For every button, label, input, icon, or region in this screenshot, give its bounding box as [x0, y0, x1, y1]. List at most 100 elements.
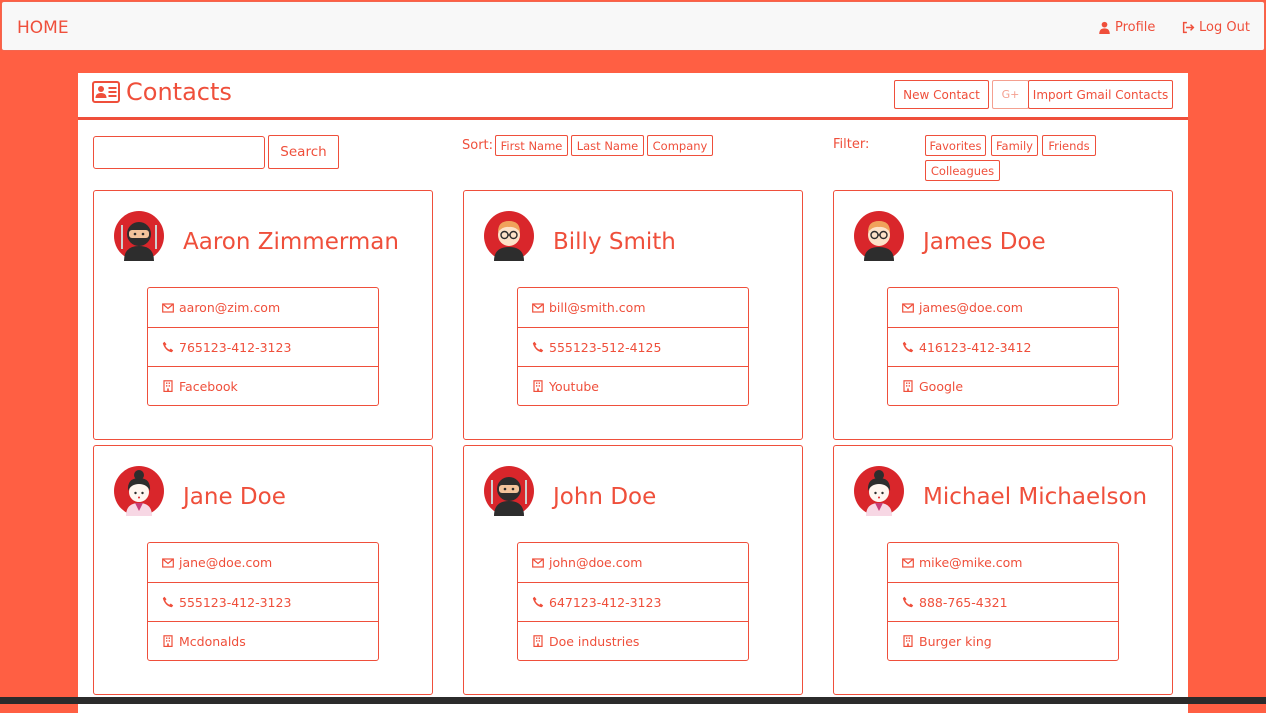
envelope-icon [532, 302, 544, 313]
contact-company: Burger king [919, 633, 992, 649]
building-icon [163, 635, 173, 647]
profile-link-label: Profile [1115, 20, 1156, 35]
sort-first-name-button[interactable]: First Name [495, 135, 568, 156]
contact-card[interactable]: Jane Doe jane@doe.com 555123-412-3123 Mc… [93, 445, 433, 695]
sort-company-button[interactable]: Company [647, 135, 713, 156]
filter-colleagues-button[interactable]: Colleagues [925, 160, 1000, 181]
contact-name: James Doe [923, 229, 1046, 255]
google-plus-icon[interactable]: G+ [992, 80, 1029, 109]
filter-family-button[interactable]: Family [991, 135, 1038, 156]
envelope-icon [902, 557, 914, 568]
envelope-icon [162, 302, 174, 313]
contact-company: Mcdonalds [179, 633, 246, 649]
phone-icon [162, 596, 174, 608]
contact-name: Billy Smith [553, 229, 676, 255]
page-title-text: Contacts [126, 78, 232, 106]
ninja-avatar-icon [484, 466, 534, 516]
contact-company-row: Facebook [148, 366, 378, 405]
building-icon [533, 635, 543, 647]
contact-company: Facebook [179, 378, 238, 394]
filter-label: Filter: [833, 137, 870, 152]
background-strip [0, 697, 1266, 704]
geisha-avatar-icon [114, 466, 164, 516]
sort-label: Sort: [462, 138, 494, 153]
search-button[interactable]: Search [268, 135, 339, 169]
contact-company-row: Youtube [518, 366, 748, 405]
contact-company-row: Google [888, 366, 1118, 405]
contact-card[interactable]: Aaron Zimmerman aaron@zim.com 765123-412… [93, 190, 433, 440]
building-icon [533, 380, 543, 392]
contact-email: mike@mike.com [919, 555, 1023, 570]
contact-phone-row[interactable]: 765123-412-3123 [148, 327, 378, 366]
contact-card[interactable]: Michael Michaelson mike@mike.com 888-765… [833, 445, 1173, 695]
contact-name: Jane Doe [183, 484, 286, 510]
building-icon [903, 635, 913, 647]
contact-email: aaron@zim.com [179, 300, 281, 315]
contact-details: jane@doe.com 555123-412-3123 Mcdonalds [147, 542, 379, 661]
new-contact-button[interactable]: New Contact [894, 80, 989, 109]
filter-friends-button[interactable]: Friends [1042, 135, 1096, 156]
sort-last-name-button[interactable]: Last Name [571, 135, 644, 156]
phone-icon [902, 596, 914, 608]
contact-details: bill@smith.com 555123-512-4125 Youtube [517, 287, 749, 406]
home-link[interactable]: HOME [17, 18, 69, 38]
phone-icon [532, 341, 544, 353]
contact-phone-row[interactable]: 416123-412-3412 [888, 327, 1118, 366]
page-title: Contacts [92, 78, 232, 106]
building-icon [903, 380, 913, 392]
contact-name: Aaron Zimmerman [183, 229, 399, 255]
search-input[interactable] [93, 136, 265, 169]
contact-card[interactable]: James Doe james@doe.com 416123-412-3412 … [833, 190, 1173, 440]
profile-link[interactable]: Profile [1098, 20, 1155, 35]
phone-icon [162, 341, 174, 353]
contact-card[interactable]: John Doe john@doe.com 647123-412-3123 Do… [463, 445, 803, 695]
panel-header: Contacts New Contact G+ Import Gmail Con… [78, 73, 1188, 120]
contact-email-row[interactable]: mike@mike.com [888, 543, 1118, 582]
contact-details: john@doe.com 647123-412-3123 Doe industr… [517, 542, 749, 661]
contact-email-row[interactable]: aaron@zim.com [148, 288, 378, 327]
contact-company: Youtube [549, 378, 599, 394]
contact-details: james@doe.com 416123-412-3412 Google [887, 287, 1119, 406]
contact-details: mike@mike.com 888-765-4321 Burger king [887, 542, 1119, 661]
contact-phone-row[interactable]: 555123-512-4125 [518, 327, 748, 366]
address-card-icon [92, 81, 120, 103]
contact-phone: 416123-412-3412 [919, 339, 1032, 355]
glasses-man-avatar-icon [854, 211, 904, 261]
contact-company-row: Doe industries [518, 621, 748, 660]
contact-email: james@doe.com [919, 300, 1023, 315]
phone-icon [902, 341, 914, 353]
filter-favorites-button[interactable]: Favorites [925, 135, 986, 156]
contact-company: Doe industries [549, 633, 640, 649]
sign-out-icon [1182, 21, 1195, 34]
contact-email-row[interactable]: john@doe.com [518, 543, 748, 582]
contacts-panel: Contacts New Contact G+ Import Gmail Con… [78, 73, 1188, 713]
building-icon [163, 380, 173, 392]
import-gmail-button[interactable]: Import Gmail Contacts [1028, 80, 1173, 109]
geisha-avatar-icon [854, 466, 904, 516]
user-icon [1099, 21, 1110, 34]
contact-email: bill@smith.com [549, 300, 646, 315]
logout-link[interactable]: Log Out [1182, 20, 1250, 35]
contact-email: jane@doe.com [179, 555, 273, 570]
envelope-icon [162, 557, 174, 568]
contact-phone: 555123-512-4125 [549, 339, 662, 355]
contact-phone: 888-765-4321 [919, 594, 1008, 610]
contact-details: aaron@zim.com 765123-412-3123 Facebook [147, 287, 379, 406]
logout-link-label: Log Out [1199, 20, 1250, 35]
contact-email-row[interactable]: bill@smith.com [518, 288, 748, 327]
contact-phone-row[interactable]: 647123-412-3123 [518, 582, 748, 621]
ninja-avatar-icon [114, 211, 164, 261]
contact-phone-row[interactable]: 888-765-4321 [888, 582, 1118, 621]
contact-phone-row[interactable]: 555123-412-3123 [148, 582, 378, 621]
contact-phone: 647123-412-3123 [549, 594, 662, 610]
envelope-icon [532, 557, 544, 568]
contact-card[interactable]: Billy Smith bill@smith.com 555123-512-41… [463, 190, 803, 440]
contact-email-row[interactable]: jane@doe.com [148, 543, 378, 582]
glasses-man-avatar-icon [484, 211, 534, 261]
contact-company-row: Burger king [888, 621, 1118, 660]
top-navbar: HOME Profile Log Out [1, 1, 1265, 51]
contact-name: John Doe [553, 484, 657, 510]
contact-phone: 555123-412-3123 [179, 594, 292, 610]
contact-email-row[interactable]: james@doe.com [888, 288, 1118, 327]
contact-phone: 765123-412-3123 [179, 339, 292, 355]
